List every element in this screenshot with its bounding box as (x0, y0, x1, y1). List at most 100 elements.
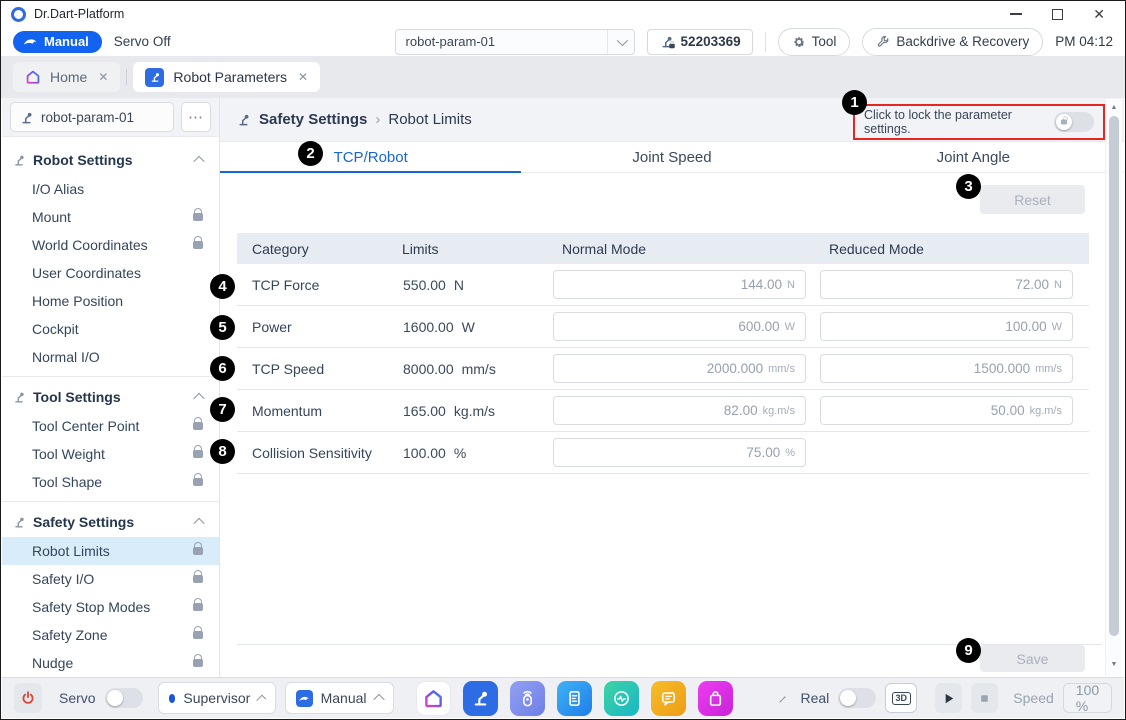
annotation-badge-2: 2 (298, 141, 323, 166)
minimize-icon[interactable] (1010, 13, 1022, 15)
preset-dropdown[interactable]: robot-param-01 (395, 29, 635, 55)
operation-mode-select[interactable]: Manual (285, 682, 394, 714)
sidebar-item-world-coordinates[interactable]: World Coordinates (2, 231, 219, 259)
log-app-icon[interactable] (651, 681, 686, 716)
col-category: Category (237, 241, 387, 257)
viewer-3d-button[interactable]: 3D (885, 683, 917, 713)
role-select[interactable]: Supervisor (158, 682, 276, 714)
save-button[interactable]: Save (980, 645, 1085, 672)
sidebar-preset-box[interactable]: robot-param-01 (10, 102, 174, 132)
real-mode-toggle[interactable] (838, 688, 876, 708)
dock-expand-icon[interactable] (779, 696, 785, 702)
app-logo-icon (11, 7, 26, 22)
monitoring-app-icon[interactable] (604, 681, 639, 716)
tool-button-label: Tool (812, 34, 837, 49)
power-button[interactable] (14, 683, 42, 713)
clock-label: PM 04:12 (1055, 34, 1113, 49)
power-icon (20, 690, 36, 706)
tool-button[interactable]: Tool (778, 28, 851, 56)
reduced-mode-input[interactable]: 1500.000mm/s (820, 354, 1073, 383)
sidebar-item-safety-io[interactable]: Safety I/O (2, 565, 219, 593)
mode-button[interactable]: Manual (13, 31, 102, 53)
speed-label: Speed (1013, 690, 1053, 706)
servo-toggle[interactable] (105, 688, 143, 708)
sidebar-item-user-coordinates[interactable]: User Coordinates (2, 259, 219, 287)
robot-icon (12, 390, 26, 404)
sidebar-item-home-position[interactable]: Home Position (2, 287, 219, 315)
scroll-down-icon[interactable]: ▼ (1111, 656, 1118, 673)
annotation-badge-1: 1 (842, 90, 867, 115)
sidebar-item-safety-zone[interactable]: Safety Zone (2, 621, 219, 649)
table-row-power: Power 1600.00W 600.00W 100.00W (237, 306, 1089, 348)
sidebar-item-io-alias[interactable]: I/O Alias (2, 175, 219, 203)
robot-serial-value: 52203369 (681, 34, 741, 49)
scrollbar-thumb[interactable] (1109, 116, 1119, 636)
robot-serial-box[interactable]: 52203369 (647, 29, 753, 55)
sidebar-item-tool-center-point[interactable]: Tool Center Point (2, 412, 219, 440)
speed-value-button[interactable]: 100 % (1063, 683, 1112, 713)
normal-mode-input[interactable]: 600.00W (553, 312, 806, 341)
reduced-mode-input[interactable]: 100.00W (820, 312, 1073, 341)
section-tool-settings[interactable]: Tool Settings (2, 382, 219, 412)
close-icon[interactable]: ✕ (1093, 7, 1105, 21)
annotation-red-box: Click to lock the parameter settings. (853, 104, 1105, 140)
input-value: 600.00 (738, 319, 779, 334)
reduced-mode-input[interactable]: 72.00N (820, 270, 1073, 299)
normal-mode-input[interactable]: 2000.000mm/s (553, 354, 806, 383)
sidebar-item-nudge[interactable]: Nudge (2, 649, 219, 677)
toggle-knob (840, 690, 856, 706)
store-app-icon[interactable] (698, 681, 733, 716)
sidebar-item-robot-limits[interactable]: Robot Limits (2, 537, 219, 565)
annotation-badge-9: 9 (956, 638, 981, 663)
item-label: Mount (32, 209, 71, 225)
robot-parameters-app-icon[interactable] (463, 681, 498, 716)
tab-joint-speed[interactable]: Joint Speed (521, 142, 822, 172)
maximize-icon[interactable] (1052, 9, 1063, 20)
backdrive-recovery-button[interactable]: Backdrive & Recovery (862, 28, 1043, 56)
row-category: TCP Force (237, 277, 387, 293)
app-dock (416, 681, 733, 716)
parameter-lock-toggle[interactable] (1054, 112, 1094, 132)
home-app-icon[interactable] (416, 681, 451, 716)
sidebar-item-cockpit[interactable]: Cockpit (2, 315, 219, 343)
robot-icon (12, 153, 26, 167)
section-safety-settings[interactable]: Safety Settings (2, 507, 219, 537)
main-panel: Safety Settings › Robot Limits Click to … (220, 98, 1124, 677)
annotation-badge-4: 4 (210, 274, 235, 299)
sidebar-item-safety-stop-modes[interactable]: Safety Stop Modes (2, 593, 219, 621)
normal-mode-input[interactable]: 82.00kg.m/s (553, 396, 806, 425)
lock-icon (193, 213, 203, 221)
tab-robot-parameters[interactable]: Robot Parameters ✕ (133, 62, 320, 92)
sidebar-more-button[interactable]: ⋯ (181, 102, 211, 132)
stop-icon (977, 691, 992, 706)
sidebar-item-tool-shape[interactable]: Tool Shape (2, 468, 219, 496)
tab-close-icon[interactable]: ✕ (98, 70, 108, 84)
lock-hint-label: Click to lock the parameter settings. (864, 108, 1044, 136)
remote-control-app-icon[interactable] (510, 681, 545, 716)
play-button[interactable] (935, 683, 962, 713)
input-value: 1500.000 (974, 361, 1030, 376)
stop-button[interactable] (971, 683, 998, 713)
vertical-scrollbar[interactable]: ▲ ▼ (1105, 99, 1122, 676)
tab-close-icon[interactable]: ✕ (298, 70, 308, 84)
tab-joint-angle[interactable]: Joint Angle (823, 142, 1124, 172)
tab-home[interactable]: Home ✕ (13, 62, 120, 92)
sidebar-item-normal-io[interactable]: Normal I/O (2, 343, 219, 371)
sidebar-item-mount[interactable]: Mount (2, 203, 219, 231)
normal-cell: 75.00% (547, 438, 814, 467)
input-value: 72.00 (1015, 277, 1049, 292)
task-writer-app-icon[interactable] (557, 681, 592, 716)
normal-mode-input[interactable]: 144.00N (553, 270, 806, 299)
scroll-up-icon[interactable]: ▲ (1111, 99, 1118, 116)
limit-unit: W (462, 319, 475, 335)
limit-value: 550.00 (403, 277, 446, 293)
normal-mode-input[interactable]: 75.00% (553, 438, 806, 467)
reset-button[interactable]: Reset (980, 185, 1085, 214)
home-icon (25, 69, 41, 85)
reduced-mode-input[interactable]: 50.00kg.m/s (820, 396, 1073, 425)
sidebar-item-tool-weight[interactable]: Tool Weight (2, 440, 219, 468)
section-robot-settings[interactable]: Robot Settings (2, 145, 219, 175)
table-row-tcp-force: TCP Force 550.00N 144.00N 72.00N (237, 264, 1089, 306)
breadcrumb-parent[interactable]: Safety Settings (259, 111, 367, 128)
tab-tcp-robot[interactable]: TCP/Robot (220, 142, 521, 172)
